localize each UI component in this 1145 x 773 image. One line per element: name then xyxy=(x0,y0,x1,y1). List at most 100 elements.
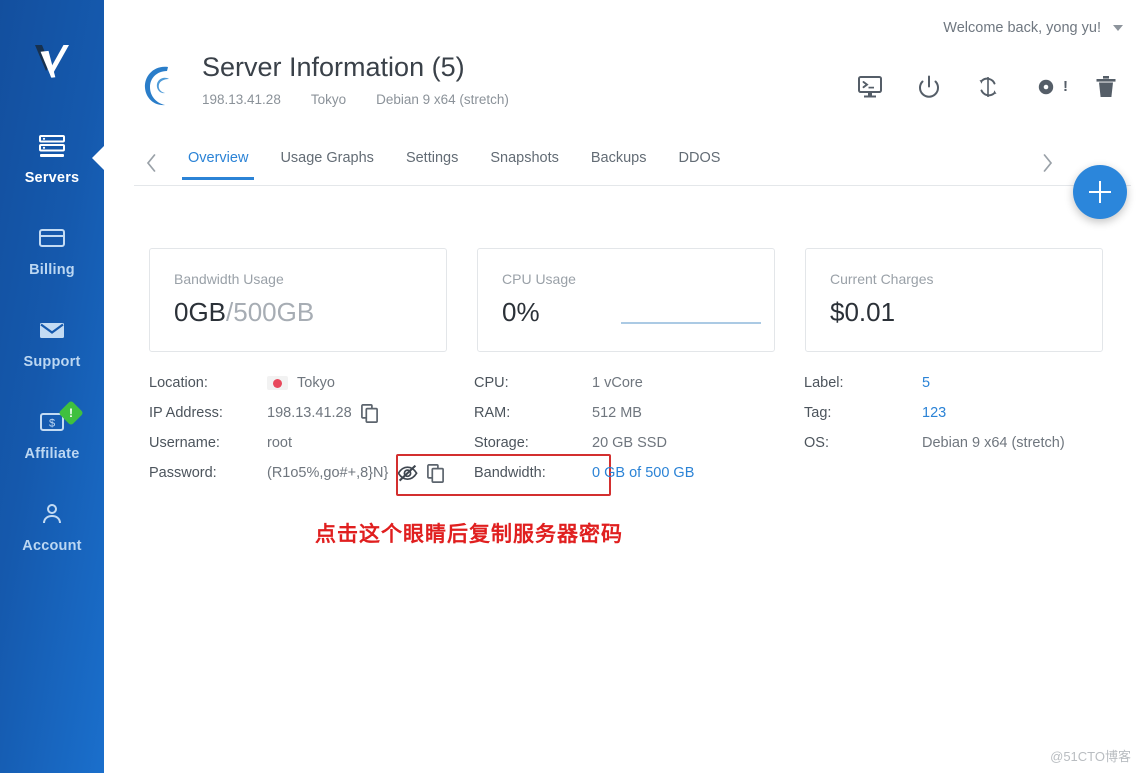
tab-label: Overview xyxy=(188,150,249,166)
label-link[interactable]: 5 xyxy=(922,375,930,391)
card-label: CPU Usage xyxy=(502,271,576,287)
details-column-right: Label: 5 Tag: 123 OS: Debian 9 x64 (stre… xyxy=(804,368,1065,458)
sidebar-item-support[interactable]: Support xyxy=(0,296,104,388)
tab-backups[interactable]: Backups xyxy=(575,142,663,180)
detail-value-text: Tokyo xyxy=(297,375,335,391)
server-action-toolbar: ! xyxy=(855,72,1121,102)
servers-icon xyxy=(38,131,66,161)
trash-icon[interactable] xyxy=(1091,72,1121,102)
detail-row-password: Password: (R1o5%,go#+,8}N} xyxy=(149,458,445,488)
active-indicator xyxy=(92,145,104,171)
detail-key: CPU: xyxy=(474,375,509,391)
detail-value-text: root xyxy=(267,435,292,451)
card-label: Current Charges xyxy=(830,271,934,287)
tab-label: Settings xyxy=(405,150,459,166)
tab-ddos[interactable]: DDOS xyxy=(663,142,737,180)
svg-text:$: $ xyxy=(49,417,55,429)
restart-icon[interactable] xyxy=(973,72,1003,102)
tab-divider xyxy=(134,185,1131,186)
main-content: Welcome back, yong yu! Server Informatio… xyxy=(104,0,1145,773)
detail-key: Bandwidth: xyxy=(474,465,546,481)
detail-key: Label: xyxy=(804,375,844,391)
tab-list: Overview Usage Graphs Settings Snapshots… xyxy=(172,142,736,180)
tab-label: Snapshots xyxy=(490,150,559,166)
card-value-main: 0GB xyxy=(174,297,227,327)
detail-key: RAM: xyxy=(474,405,511,421)
details-column-left: Location: Tokyo IP Address: 198.13.41.28 xyxy=(149,368,611,496)
detail-key: Storage: xyxy=(474,435,529,451)
sidebar-item-affiliate[interactable]: $ ! Affiliate xyxy=(0,388,104,480)
detail-row-location: Location: Tokyo xyxy=(149,368,444,398)
card-label: Bandwidth Usage xyxy=(174,271,284,287)
detail-value: 20 GB SSD xyxy=(592,435,667,451)
page-header: Server Information (5) 198.13.41.28 Toky… xyxy=(134,52,509,112)
tab-snapshots[interactable]: Snapshots xyxy=(474,142,575,180)
app-root: Servers Billing Support $ ! Affiliate Ac… xyxy=(0,0,1145,773)
detail-value: Debian 9 x64 (stretch) xyxy=(922,435,1065,451)
card-value: $0.01 xyxy=(830,297,1102,328)
password-value: (R1o5%,go#+,8}N} xyxy=(267,465,389,481)
detail-key: Tag: xyxy=(804,405,832,421)
sidebar-item-label: Affiliate xyxy=(24,445,80,462)
sidebar-nav: Servers Billing Support $ ! Affiliate Ac… xyxy=(0,112,104,572)
sidebar-item-label: Account xyxy=(22,537,82,554)
detail-key: Username: xyxy=(149,435,220,451)
server-ip: 198.13.41.28 xyxy=(202,92,281,108)
console-icon[interactable] xyxy=(855,72,885,102)
bandwidth-link[interactable]: 0 GB of 500 GB xyxy=(592,465,694,481)
copy-ip-icon[interactable] xyxy=(360,403,378,423)
detail-row-label: Label: 5 xyxy=(804,368,1065,398)
eye-slash-icon[interactable] xyxy=(397,464,418,482)
detail-row-os: OS: Debian 9 x64 (stretch) xyxy=(804,428,1065,458)
detail-key: OS: xyxy=(804,435,829,451)
card-value-suffix: /500GB xyxy=(226,297,315,327)
tab-usage-graphs[interactable]: Usage Graphs xyxy=(264,142,390,180)
card-value-main: $0.01 xyxy=(830,297,896,327)
tab-overview[interactable]: Overview xyxy=(172,142,264,180)
tabs-scroll-right-button[interactable] xyxy=(1034,150,1060,176)
tag-link[interactable]: 123 xyxy=(922,405,946,421)
current-charges-card: Current Charges $0.01 xyxy=(805,248,1103,352)
detail-value: Tokyo xyxy=(267,375,335,391)
tab-label: DDOS xyxy=(678,150,721,166)
title-block: Server Information (5) 198.13.41.28 Toky… xyxy=(202,52,509,107)
detail-row-bandwidth: Bandwidth: 0 GB of 500 GB xyxy=(474,458,694,488)
vultr-logo[interactable] xyxy=(0,26,104,96)
copy-password-icon[interactable] xyxy=(427,463,445,483)
detail-key: Password: xyxy=(149,465,217,481)
watermark: @51CTO博客 xyxy=(1050,749,1131,764)
detail-value: root xyxy=(267,435,292,451)
sidebar-item-billing[interactable]: Billing xyxy=(0,204,104,296)
power-icon[interactable] xyxy=(914,72,944,102)
tabs-scroll-left-button[interactable] xyxy=(138,150,164,176)
account-menu[interactable]: Welcome back, yong yu! xyxy=(943,20,1123,36)
chevron-down-icon xyxy=(1113,25,1123,31)
add-server-button[interactable] xyxy=(1073,165,1127,219)
detail-value: (R1o5%,go#+,8}N} xyxy=(267,463,445,483)
sidebar-item-label: Billing xyxy=(29,261,75,278)
affiliate-badge-label: ! xyxy=(69,406,73,420)
detail-value: 512 MB xyxy=(592,405,642,421)
reinstall-icon[interactable]: ! xyxy=(1032,72,1068,102)
server-os: Debian 9 x64 (stretch) xyxy=(376,92,509,108)
sidebar: Servers Billing Support $ ! Affiliate Ac… xyxy=(0,0,104,773)
billing-icon xyxy=(38,223,66,253)
detail-row-cpu: CPU: 1 vCore xyxy=(474,368,694,398)
support-icon xyxy=(38,315,66,345)
sidebar-item-label: Support xyxy=(23,353,81,370)
tab-bar: Overview Usage Graphs Settings Snapshots… xyxy=(104,142,1145,186)
sidebar-item-label: Servers xyxy=(24,169,80,186)
detail-key: Location: xyxy=(149,375,208,391)
sidebar-item-account[interactable]: Account xyxy=(0,480,104,572)
tab-settings[interactable]: Settings xyxy=(390,142,474,180)
cpu-usage-card: CPU Usage 0% xyxy=(477,248,775,352)
server-location: Tokyo xyxy=(310,92,347,108)
detail-row-ip-address: IP Address: 198.13.41.28 xyxy=(149,398,444,428)
tab-label: Usage Graphs xyxy=(280,150,374,166)
page-title: Server Information (5) xyxy=(202,52,465,82)
sidebar-item-servers[interactable]: Servers xyxy=(0,112,104,204)
detail-key: IP Address: xyxy=(149,405,223,421)
welcome-text: Welcome back, yong yu! xyxy=(943,20,1101,36)
detail-row-tag: Tag: 123 xyxy=(804,398,1065,428)
card-value-main: 0% xyxy=(502,297,540,327)
